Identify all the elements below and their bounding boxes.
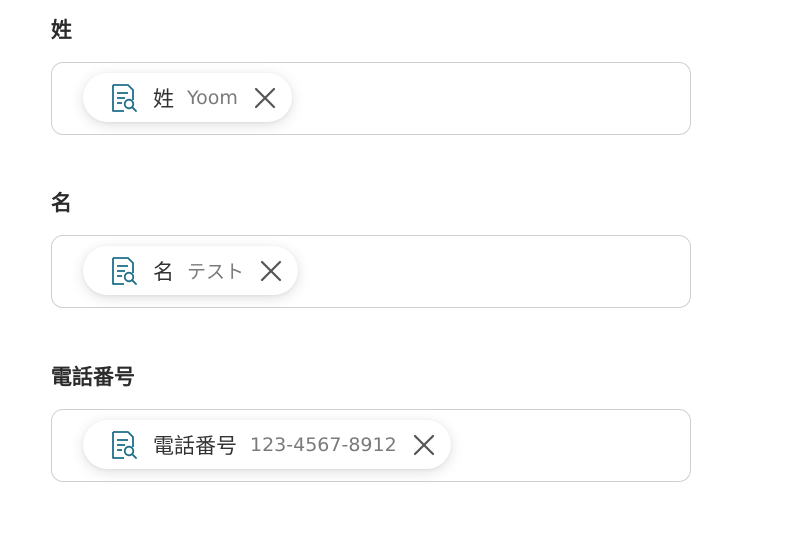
chip-field-name: 名 [153,259,174,284]
field-phone-number: 電話番号 電話番号 123-4567-8912 [51,364,691,482]
variable-chip[interactable]: 名 テスト [83,246,299,295]
close-icon[interactable] [258,258,284,284]
field-first-name: 名 名 テスト [51,190,691,308]
variable-chip[interactable]: 姓 Yoom [83,73,292,122]
field-input-box[interactable]: 姓 Yoom [51,62,691,135]
field-label: 姓 [51,18,72,42]
document-search-icon [109,256,139,286]
document-search-icon [109,430,139,460]
close-icon[interactable] [411,432,437,458]
field-input-box[interactable]: 電話番号 123-4567-8912 [51,409,691,482]
close-icon[interactable] [252,85,278,111]
field-label: 電話番号 [51,365,135,389]
chip-field-value: テスト [187,261,245,283]
field-last-name: 姓 姓 Yoom [51,17,691,135]
variable-chip[interactable]: 電話番号 123-4567-8912 [83,420,451,469]
chip-field-value: Yoom [187,86,238,109]
mapping-form: 姓 姓 Yoom 名 名 テスト 電話番号 電話番号 123-4567-8912 [0,0,786,534]
document-search-icon [109,83,139,113]
field-label: 名 [51,191,72,215]
field-input-box[interactable]: 名 テスト [51,235,691,308]
chip-field-name: 姓 [153,86,174,111]
chip-field-name: 電話番号 [153,433,237,458]
chip-field-value: 123-4567-8912 [250,433,397,456]
